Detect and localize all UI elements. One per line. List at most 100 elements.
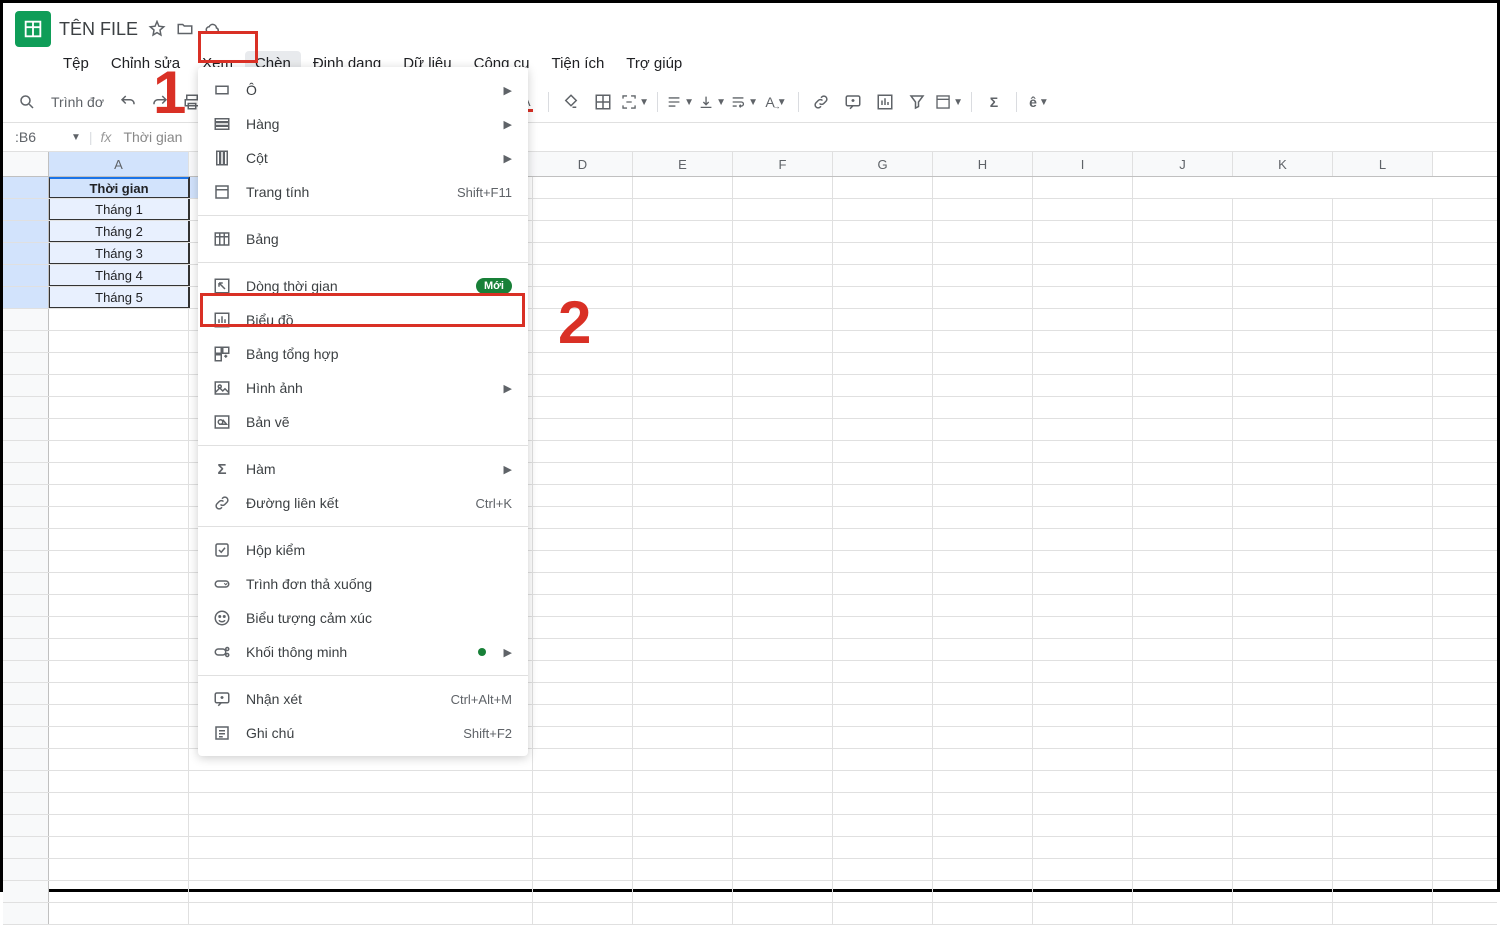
cell[interactable]: Thời gian: [49, 177, 189, 198]
row-header[interactable]: [3, 683, 49, 704]
cell[interactable]: [633, 661, 733, 682]
cell[interactable]: [49, 815, 189, 836]
cell[interactable]: [1233, 903, 1333, 924]
name-box[interactable]: :B6: [11, 127, 61, 147]
cell[interactable]: [49, 441, 189, 462]
row-header[interactable]: [3, 573, 49, 594]
cell[interactable]: [1033, 265, 1133, 286]
row-header[interactable]: [3, 353, 49, 374]
row-header[interactable]: [3, 419, 49, 440]
cell[interactable]: [1233, 199, 1333, 220]
cell[interactable]: [49, 661, 189, 682]
filter-views-icon[interactable]: ▼: [935, 88, 963, 116]
menu-item-cell[interactable]: Ô▶: [198, 73, 528, 107]
cell[interactable]: [189, 815, 533, 836]
row-header[interactable]: [3, 265, 49, 286]
cell[interactable]: [933, 683, 1033, 704]
col-header-d[interactable]: D: [533, 152, 633, 176]
cell[interactable]: [733, 683, 833, 704]
name-box-dropdown[interactable]: ▼: [71, 132, 81, 143]
menu-item-checkbox[interactable]: Hộp kiểm: [198, 533, 528, 567]
cell[interactable]: [833, 639, 933, 660]
cell[interactable]: [1333, 507, 1433, 528]
insert-comment-icon[interactable]: [839, 88, 867, 116]
cell[interactable]: [1133, 375, 1233, 396]
cell[interactable]: [1033, 529, 1133, 550]
cell[interactable]: [49, 903, 189, 924]
cell[interactable]: [833, 815, 933, 836]
cell[interactable]: [633, 419, 733, 440]
cell[interactable]: [933, 375, 1033, 396]
cell[interactable]: [833, 463, 933, 484]
col-header-k[interactable]: K: [1233, 152, 1333, 176]
cell[interactable]: [1033, 463, 1133, 484]
cell[interactable]: [49, 727, 189, 748]
row-header[interactable]: [3, 639, 49, 660]
cell[interactable]: [833, 375, 933, 396]
cell[interactable]: [1233, 573, 1333, 594]
cell[interactable]: [1233, 551, 1333, 572]
cell[interactable]: [1133, 617, 1233, 638]
cell[interactable]: [833, 683, 933, 704]
cell[interactable]: [1333, 441, 1433, 462]
cell[interactable]: [1233, 859, 1333, 880]
cell[interactable]: [833, 507, 933, 528]
cell[interactable]: [733, 199, 833, 220]
cell[interactable]: [733, 815, 833, 836]
cell[interactable]: [633, 639, 733, 660]
cell[interactable]: [633, 749, 733, 770]
cell[interactable]: [533, 375, 633, 396]
menu-help[interactable]: Trợ giúp: [616, 51, 692, 76]
cell[interactable]: [1133, 199, 1233, 220]
cell[interactable]: [533, 397, 633, 418]
cell[interactable]: [933, 221, 1033, 242]
cell[interactable]: [633, 177, 733, 198]
cell[interactable]: [49, 683, 189, 704]
cell[interactable]: Tháng 3: [49, 243, 189, 264]
menu-item-link[interactable]: Đường liên kếtCtrl+K: [198, 486, 528, 520]
select-all-corner[interactable]: [3, 152, 49, 176]
cell[interactable]: [1033, 353, 1133, 374]
cell[interactable]: [189, 771, 533, 792]
sheets-logo[interactable]: [15, 11, 51, 47]
filter-icon[interactable]: [903, 88, 931, 116]
col-header-f[interactable]: F: [733, 152, 833, 176]
row-header[interactable]: [3, 177, 49, 198]
undo-icon[interactable]: [114, 88, 142, 116]
cell[interactable]: [1133, 903, 1233, 924]
cell[interactable]: [1333, 221, 1433, 242]
cell[interactable]: [189, 903, 533, 924]
cell[interactable]: [1333, 617, 1433, 638]
row-header[interactable]: [3, 331, 49, 352]
cell[interactable]: [1233, 441, 1333, 462]
cell[interactable]: [733, 771, 833, 792]
cell[interactable]: [733, 463, 833, 484]
menu-item-pivot[interactable]: Bảng tổng hợp: [198, 337, 528, 371]
row-header[interactable]: [3, 661, 49, 682]
cell[interactable]: [1333, 749, 1433, 770]
row-header[interactable]: [3, 837, 49, 858]
cell[interactable]: [633, 507, 733, 528]
cell[interactable]: [833, 793, 933, 814]
cell[interactable]: [1133, 771, 1233, 792]
row-header[interactable]: [3, 221, 49, 242]
cell[interactable]: [1133, 309, 1233, 330]
row-header[interactable]: [3, 617, 49, 638]
cell[interactable]: [633, 815, 733, 836]
cell[interactable]: [49, 485, 189, 506]
cell[interactable]: [533, 463, 633, 484]
cell[interactable]: [933, 617, 1033, 638]
cell[interactable]: [633, 529, 733, 550]
cell[interactable]: [833, 353, 933, 374]
cell[interactable]: [633, 551, 733, 572]
cell[interactable]: [49, 309, 189, 330]
menu-item-note[interactable]: Ghi chúShift+F2: [198, 716, 528, 750]
cell[interactable]: [933, 705, 1033, 726]
row-header[interactable]: [3, 551, 49, 572]
menu-item-sheet[interactable]: Trang tínhShift+F11: [198, 175, 528, 209]
cell[interactable]: [1333, 573, 1433, 594]
cell[interactable]: [1133, 353, 1233, 374]
fill-color-icon[interactable]: [557, 88, 585, 116]
cell[interactable]: [1033, 859, 1133, 880]
cell[interactable]: [1033, 419, 1133, 440]
